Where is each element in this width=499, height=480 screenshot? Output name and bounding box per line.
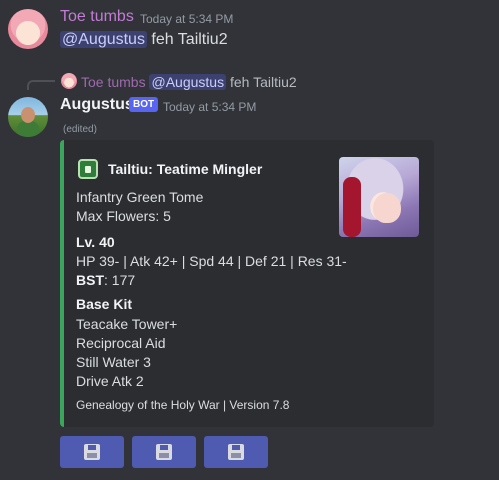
reply-connector — [27, 80, 55, 90]
embed-line-flowers: Max Flowers: 5 — [76, 208, 171, 224]
save-button-3[interactable] — [204, 436, 268, 468]
embed-bst: BST: 177 — [76, 271, 135, 290]
toe-tumbs-avatar[interactable] — [8, 9, 48, 49]
reply-username[interactable]: Toe tumbs — [81, 74, 146, 90]
mention-augustus[interactable]: @Augustus — [60, 31, 147, 48]
kit-item: Still Water 3 — [76, 354, 151, 370]
save-button-2[interactable] — [132, 436, 196, 468]
save-button-1[interactable] — [60, 436, 124, 468]
message1-body: @Augustus feh Tailtiu2 — [60, 31, 228, 49]
floppy-disk-icon — [228, 444, 244, 460]
kit-item: Drive Atk 2 — [76, 373, 144, 389]
kit-item: Teacake Tower+ — [76, 316, 178, 332]
message1-timestamp: Today at 5:34 PM — [140, 12, 234, 26]
message1-username[interactable]: Toe tumbs — [60, 8, 134, 26]
reply-text: feh Tailtiu2 — [229, 74, 297, 90]
bot-badge: BOT — [129, 97, 159, 112]
floppy-disk-icon — [84, 444, 100, 460]
kit-item: Reciprocal Aid — [76, 335, 166, 351]
reply-preview[interactable]: Toe tumbs @Augustus feh Tailtiu2 — [81, 74, 297, 90]
embed-line-weapon: Infantry Green Tome — [76, 189, 204, 205]
embed-title: Tailtiu: Teatime Mingler — [108, 161, 263, 177]
bst-value: : 177 — [104, 272, 136, 288]
message2-username[interactable]: Augustus — [60, 96, 134, 114]
reply-mention: @Augustus — [149, 74, 227, 90]
message1-text: feh Tailtiu2 — [146, 31, 228, 48]
message2-timestamp: Today at 5:34 PM — [163, 100, 257, 114]
embed-stats: HP 39- | Atk 42+ | Spd 44 | Def 21 | Res… — [76, 253, 347, 269]
embed-kit-heading: Base Kit — [76, 296, 133, 312]
augustus-avatar[interactable] — [8, 97, 48, 137]
bst-label: BST — [76, 272, 104, 288]
floppy-disk-icon — [156, 444, 172, 460]
character-thumbnail[interactable] — [339, 157, 419, 237]
reply-avatar[interactable] — [61, 73, 77, 89]
green-tome-icon — [78, 159, 98, 179]
embed-level: Lv. 40 — [76, 234, 115, 250]
edited-label: (edited) — [63, 124, 97, 135]
embed-footer: Genealogy of the Holy War | Version 7.8 — [76, 398, 290, 412]
